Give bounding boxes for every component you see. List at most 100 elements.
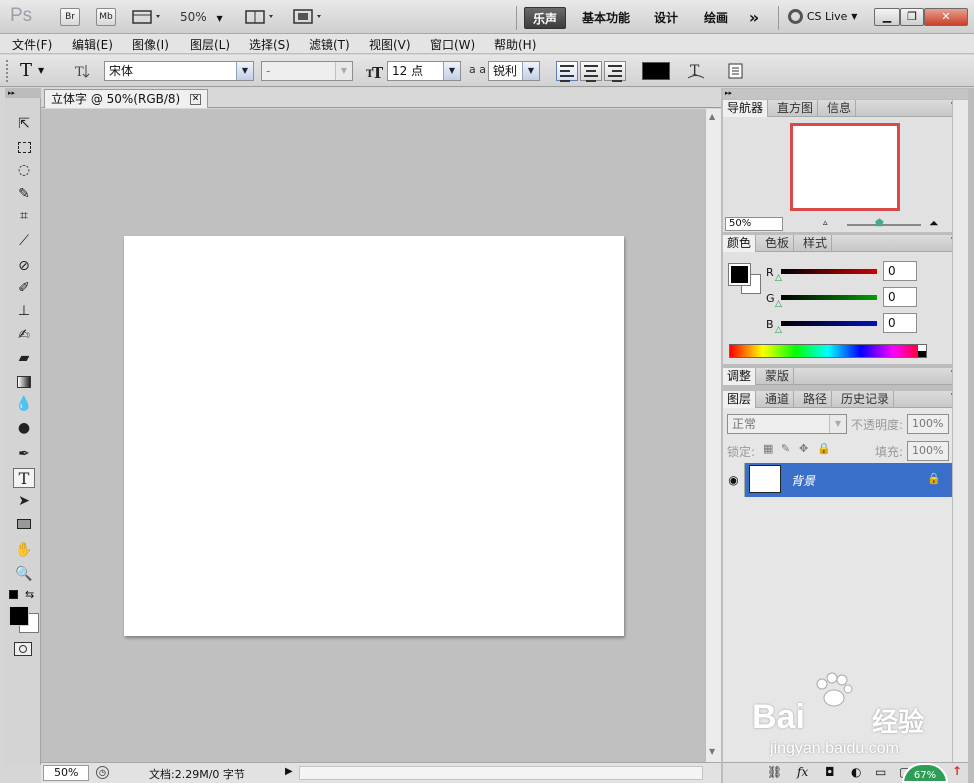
scroll-up-icon[interactable]: ▲ bbox=[709, 112, 715, 121]
opacity-field[interactable]: 100% bbox=[907, 414, 949, 434]
status-zoom-field[interactable]: 50% bbox=[43, 765, 89, 781]
align-left-button[interactable] bbox=[556, 61, 578, 82]
lasso-tool[interactable]: ◌ bbox=[13, 160, 35, 180]
tools-panel-collapse[interactable]: ▸▸ bbox=[5, 88, 41, 98]
slider-thumb-icon[interactable]: △ bbox=[775, 299, 782, 309]
healing-brush-tool[interactable]: ⊘ bbox=[13, 256, 35, 276]
layer-style-fx-icon[interactable]: fx bbox=[797, 765, 808, 779]
bridge-button[interactable]: Br bbox=[60, 8, 80, 26]
tab-swatches[interactable]: 色板 bbox=[761, 235, 795, 252]
menu-select[interactable]: 选择(S) bbox=[249, 36, 290, 53]
align-center-button[interactable] bbox=[580, 61, 602, 82]
color-foreground-swatch[interactable] bbox=[728, 263, 751, 286]
channel-r-input[interactable]: 0 bbox=[883, 261, 917, 281]
minimize-button[interactable]: ▁ bbox=[874, 8, 900, 26]
cs-live-button[interactable]: CS Live ▼ bbox=[788, 9, 862, 27]
layer-visibility-eye-icon[interactable]: ◉ bbox=[723, 463, 745, 497]
double-chevron-icon[interactable]: ▸▸ bbox=[725, 89, 732, 97]
default-colors-button[interactable] bbox=[9, 590, 18, 599]
navigator-zoom-field[interactable]: 50% bbox=[725, 217, 783, 231]
document-tab[interactable]: 立体字 @ 50%(RGB/8) ✕ bbox=[44, 89, 209, 108]
mini-bridge-button[interactable]: Mb bbox=[96, 8, 116, 26]
hand-tool[interactable]: ✋ bbox=[13, 540, 35, 560]
zoom-level-dropdown[interactable]: 50% ▼ bbox=[180, 10, 232, 26]
quick-mask-button[interactable] bbox=[14, 642, 32, 656]
pen-tool[interactable]: ✒ bbox=[13, 444, 35, 464]
slider-thumb-icon[interactable]: ⬟ bbox=[875, 218, 884, 229]
menu-image[interactable]: 图像(I) bbox=[132, 36, 169, 53]
tab-paths[interactable]: 路径 bbox=[799, 391, 833, 408]
lock-transparent-icon[interactable]: ▦ bbox=[763, 442, 773, 455]
tab-styles[interactable]: 样式 bbox=[799, 235, 833, 252]
channel-b-input[interactable]: 0 bbox=[883, 313, 917, 333]
slider-thumb-icon[interactable]: △ bbox=[775, 273, 782, 283]
navigator-proxy-view[interactable] bbox=[790, 123, 900, 211]
tab-channels[interactable]: 通道 bbox=[761, 391, 795, 408]
tab-history[interactable]: 历史记录 bbox=[837, 391, 895, 408]
brush-tool[interactable]: ✐ bbox=[13, 278, 35, 298]
tab-layers[interactable]: 图层 bbox=[723, 391, 757, 408]
marquee-tool[interactable] bbox=[13, 138, 35, 158]
status-menu-arrow-icon[interactable]: ▶ bbox=[285, 766, 293, 777]
channel-r-slider[interactable] bbox=[781, 269, 877, 274]
view-extras-button[interactable] bbox=[132, 9, 164, 25]
layer-name[interactable]: 背景 bbox=[791, 472, 815, 489]
options-bar-grip[interactable] bbox=[6, 60, 10, 82]
blend-mode-select[interactable]: 正常 ▼ bbox=[727, 414, 847, 434]
eyedropper-tool[interactable]: ⟋ bbox=[13, 231, 35, 251]
adjustment-layer-icon[interactable]: ◐ bbox=[851, 765, 861, 779]
arrange-documents-button[interactable] bbox=[245, 9, 277, 25]
menu-view[interactable]: 视图(V) bbox=[369, 36, 411, 53]
zoom-tool[interactable]: 🔍 bbox=[13, 564, 35, 584]
workspace-painting[interactable]: 绘画 bbox=[696, 7, 736, 29]
slider-thumb-icon[interactable]: △ bbox=[775, 325, 782, 335]
shape-tool[interactable] bbox=[13, 514, 35, 534]
scroll-down-icon[interactable]: ▼ bbox=[709, 747, 715, 756]
tab-masks[interactable]: 蒙版 bbox=[761, 368, 795, 385]
fill-field[interactable]: 100% bbox=[907, 441, 949, 461]
zoom-in-icon[interactable]: ⏶ bbox=[929, 216, 939, 231]
character-panel-button[interactable] bbox=[726, 61, 746, 81]
menu-layer[interactable]: 图层(L) bbox=[190, 36, 230, 53]
warp-text-button[interactable]: T bbox=[686, 60, 706, 82]
channel-g-input[interactable]: 0 bbox=[883, 287, 917, 307]
panel-scrollbar[interactable] bbox=[952, 100, 968, 762]
lock-position-icon[interactable]: ✥ bbox=[799, 442, 808, 455]
add-mask-icon[interactable]: ◘ bbox=[825, 765, 835, 779]
type-tool[interactable]: T bbox=[13, 468, 35, 488]
workspace-overflow-button[interactable]: » bbox=[742, 7, 766, 29]
lock-all-icon[interactable]: 🔒 bbox=[817, 442, 831, 455]
new-group-icon[interactable]: ▭ bbox=[875, 765, 886, 779]
dodge-tool[interactable]: ● bbox=[13, 418, 35, 438]
menu-edit[interactable]: 编辑(E) bbox=[72, 36, 113, 53]
workspace-lesheng[interactable]: 乐声 bbox=[524, 7, 566, 29]
workspace-design[interactable]: 设计 bbox=[646, 7, 686, 29]
screen-mode-button[interactable] bbox=[293, 9, 325, 25]
zoom-out-icon[interactable]: ▵ bbox=[823, 218, 828, 228]
toggle-text-orientation-button[interactable]: T bbox=[72, 62, 92, 80]
tab-navigator[interactable]: 导航器 bbox=[723, 100, 769, 117]
foreground-color-swatch[interactable] bbox=[9, 606, 29, 626]
anti-alias-select[interactable]: 锐利 ▼ bbox=[488, 61, 540, 81]
clone-stamp-tool[interactable]: ⊥ bbox=[13, 301, 35, 321]
navigator-zoom-slider[interactable] bbox=[847, 224, 921, 226]
layer-row[interactable]: ◉ 背景 🔒 bbox=[723, 463, 952, 497]
font-style-select[interactable]: - ▼ bbox=[261, 61, 353, 81]
quick-selection-tool[interactable]: ✎ bbox=[13, 184, 35, 204]
history-brush-tool[interactable]: ✍ bbox=[13, 325, 35, 345]
channel-b-slider[interactable] bbox=[781, 321, 877, 326]
link-layers-icon[interactable]: ⛓ bbox=[767, 765, 782, 779]
channel-g-slider[interactable] bbox=[781, 295, 877, 300]
panel-dock-header[interactable]: ▸▸ bbox=[723, 89, 968, 99]
document-canvas[interactable] bbox=[124, 236, 624, 636]
gradient-tool[interactable] bbox=[13, 372, 35, 392]
lock-pixels-icon[interactable]: ✎ bbox=[781, 442, 790, 455]
swap-colors-button[interactable]: ⇆ bbox=[25, 588, 34, 601]
menu-window[interactable]: 窗口(W) bbox=[430, 36, 475, 53]
font-size-select[interactable]: 12 点 ▼ bbox=[387, 61, 461, 81]
vertical-scrollbar[interactable]: ▲ ▼ bbox=[705, 109, 721, 762]
color-spectrum-ramp[interactable] bbox=[729, 344, 927, 358]
crop-tool[interactable]: ⌗ bbox=[13, 206, 35, 226]
move-tool[interactable]: ⇱ bbox=[13, 114, 35, 134]
maximize-button[interactable]: ❐ bbox=[900, 8, 924, 26]
